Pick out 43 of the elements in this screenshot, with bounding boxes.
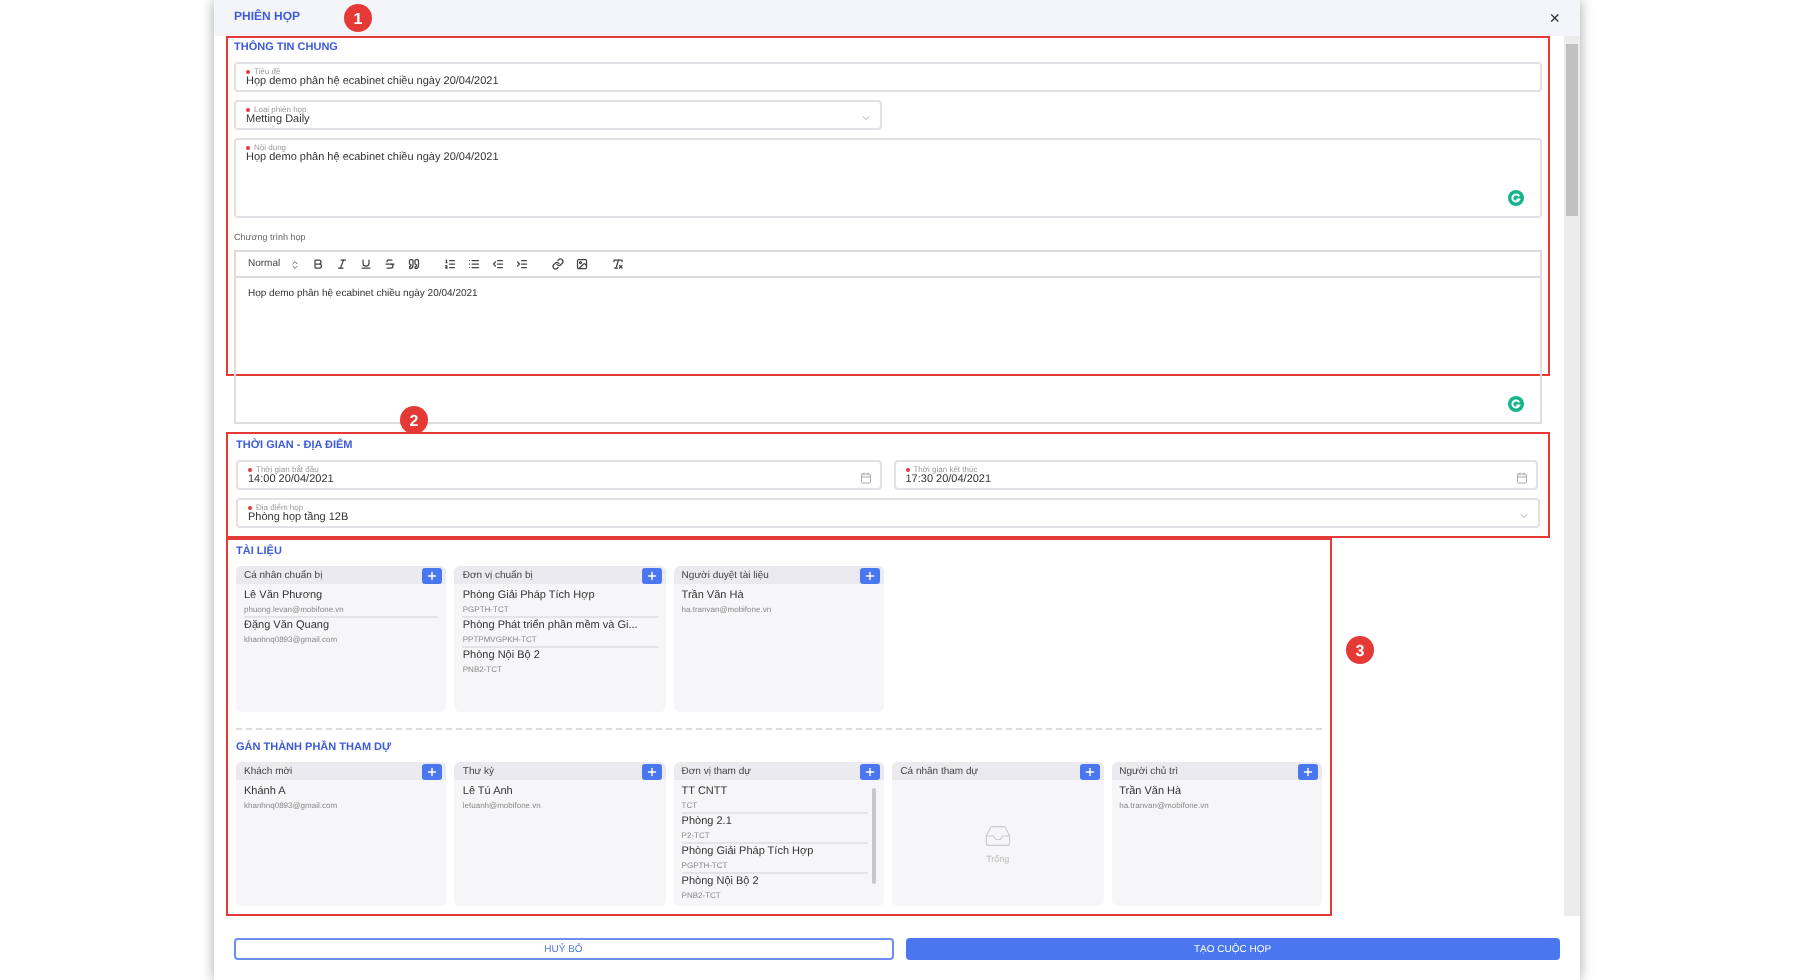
plus-icon xyxy=(426,569,439,581)
add-button[interactable] xyxy=(641,567,662,583)
annotation-badge: 3 xyxy=(1346,636,1374,664)
plus-icon xyxy=(426,765,439,777)
bold-icon[interactable] xyxy=(312,258,325,270)
annotation-badge: 2 xyxy=(400,406,428,434)
scrollbar[interactable] xyxy=(872,788,877,884)
annotation-badge: 1 xyxy=(344,4,373,32)
scrollbar[interactable] xyxy=(1564,36,1580,916)
indent-icon[interactable] xyxy=(516,258,529,270)
plus-icon xyxy=(645,765,658,777)
scrollbar-thumb[interactable] xyxy=(1566,44,1578,216)
italic-icon[interactable] xyxy=(336,258,349,270)
add-button[interactable] xyxy=(860,567,881,583)
quote-icon[interactable] xyxy=(408,258,421,270)
add-button[interactable] xyxy=(860,763,881,779)
add-button[interactable] xyxy=(422,567,443,583)
numbered-list-icon[interactable] xyxy=(444,258,457,270)
calendar-icon xyxy=(1516,472,1529,484)
add-button[interactable] xyxy=(1079,763,1100,779)
image-icon[interactable] xyxy=(576,258,589,270)
bullet-list-icon[interactable] xyxy=(468,258,481,270)
close-button[interactable]: × xyxy=(1549,9,1560,27)
plus-icon xyxy=(1083,765,1096,777)
calendar-icon xyxy=(859,472,872,484)
strikethrough-icon[interactable] xyxy=(384,258,397,270)
link-icon[interactable] xyxy=(552,258,565,270)
outdent-icon[interactable] xyxy=(492,258,505,270)
plus-icon xyxy=(1302,765,1314,777)
plus-icon xyxy=(864,765,877,777)
chevron-down-icon xyxy=(1518,510,1530,522)
add-button[interactable] xyxy=(641,763,662,779)
assistant-icon[interactable] xyxy=(1508,190,1524,206)
chevron-down-icon xyxy=(859,112,872,124)
empty-inbox-icon xyxy=(983,822,1012,850)
add-button[interactable] xyxy=(422,763,443,779)
sort-arrows-icon xyxy=(290,259,301,269)
plus-icon xyxy=(864,569,877,581)
underline-icon[interactable] xyxy=(360,258,373,270)
plus-icon xyxy=(645,569,658,581)
assistant-icon[interactable] xyxy=(1508,396,1524,412)
add-button[interactable] xyxy=(1298,763,1318,779)
clear-format-icon[interactable] xyxy=(612,258,625,270)
